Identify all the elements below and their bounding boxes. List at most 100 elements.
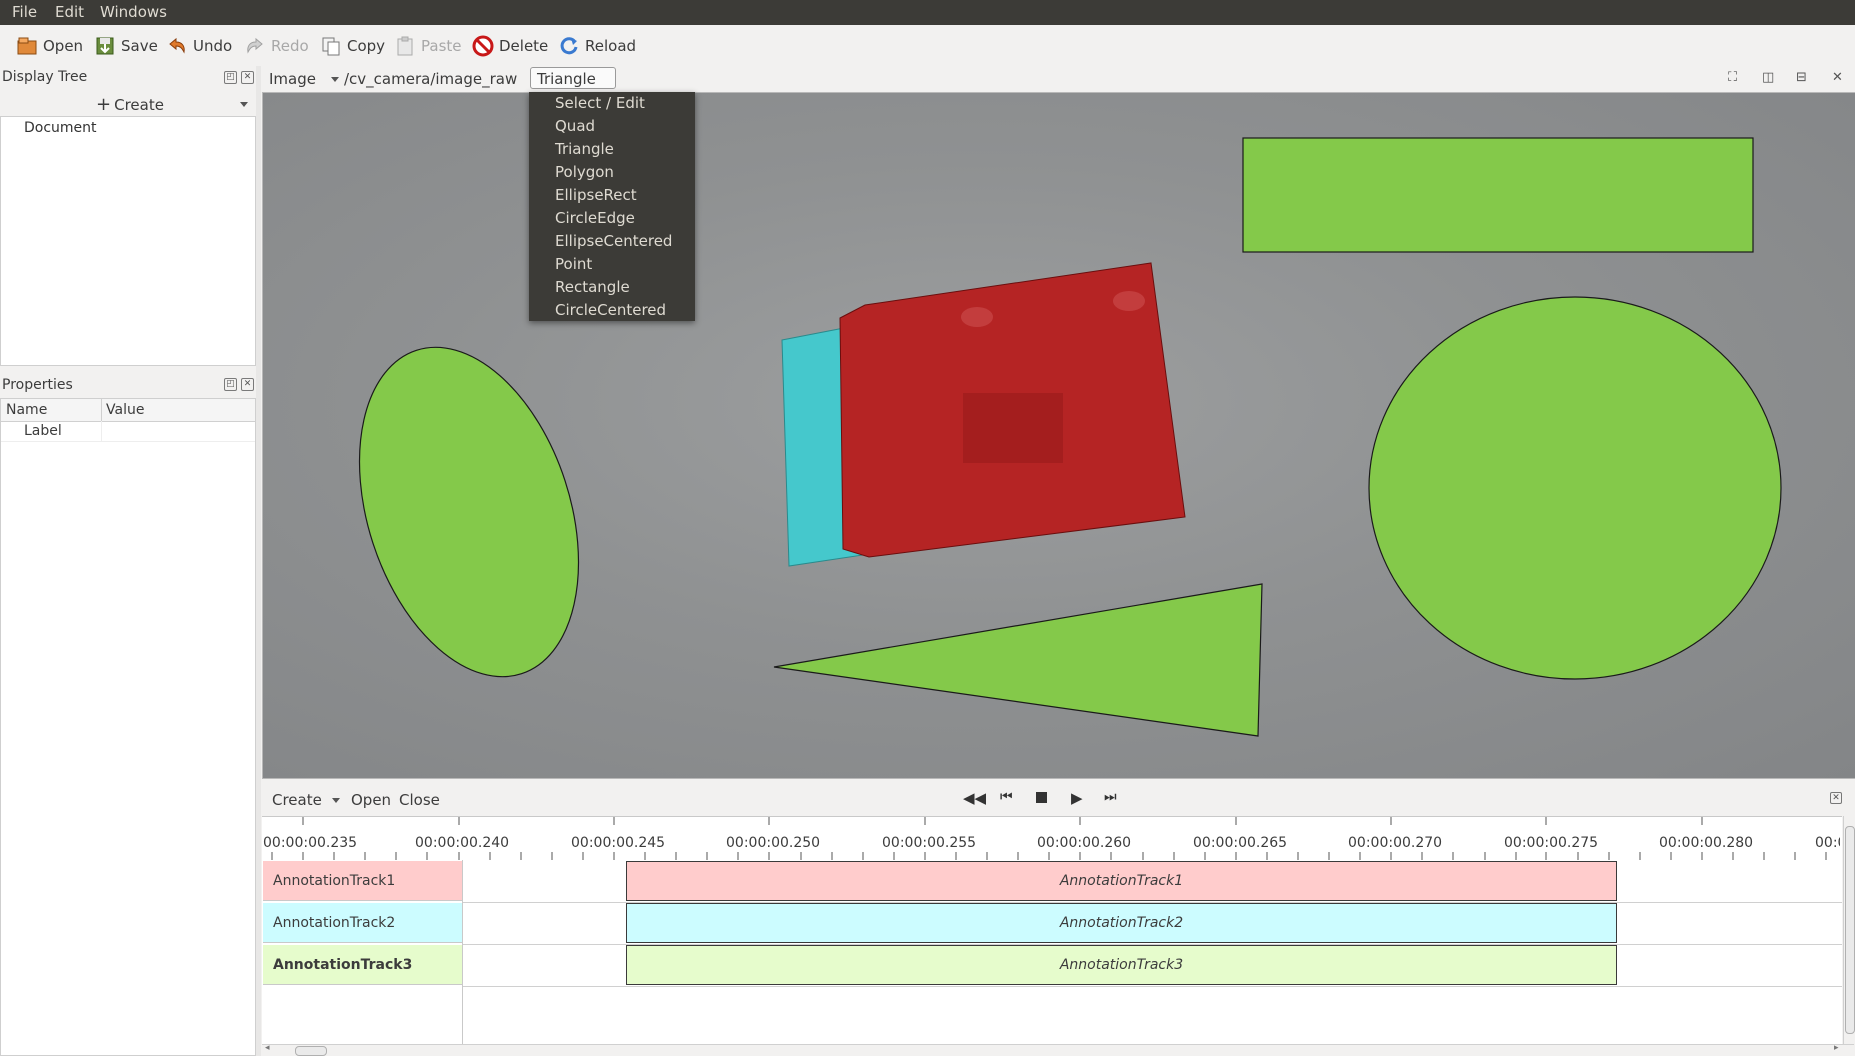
menu-option-point[interactable]: Point [555, 255, 592, 273]
menu-option-rectangle[interactable]: Rectangle [555, 278, 630, 296]
scrollbar-thumb[interactable] [1845, 826, 1855, 1034]
menu-option-ellipsecentered[interactable]: EllipseCentered [555, 232, 672, 250]
topic-combo[interactable]: /cv_camera/image_raw [344, 70, 538, 88]
reload-button[interactable]: Reload [558, 34, 636, 58]
ruler-label: 00:00:00.275 [1504, 835, 1599, 851]
panel-splitter[interactable] [256, 66, 261, 1056]
create-display-label: Create [114, 95, 164, 114]
scroll-left-icon[interactable]: ◂ [265, 1043, 270, 1053]
reload-icon [558, 35, 580, 57]
float-panel-icon[interactable]: ◰ [224, 71, 237, 84]
delete-icon [472, 35, 494, 57]
ruler-label: 00:00:0 [1815, 835, 1840, 851]
redo-button[interactable]: Redo [244, 34, 309, 58]
menu-option-polygon[interactable]: Polygon [555, 163, 614, 181]
tree-item-document[interactable]: Document [24, 120, 97, 136]
create-display-button[interactable]: + Create [96, 94, 164, 115]
paste-button[interactable]: Paste [394, 34, 462, 58]
menu-option-triangle[interactable]: Triangle [555, 140, 614, 158]
shape-tool-combo[interactable]: Triangle [530, 67, 616, 100]
column-value: Value [106, 402, 145, 418]
shape-tool-value: Triangle [537, 70, 596, 88]
image-viewport[interactable] [262, 92, 1855, 779]
skip-forward-icon[interactable]: ⏭ [1104, 789, 1117, 805]
vertical-scrollbar[interactable] [1843, 816, 1855, 1044]
annotation-segment-3[interactable]: AnnotationTrack3 [626, 945, 1617, 985]
timeline-create-label: Create [272, 791, 322, 809]
horizontal-scrollbar[interactable]: ◂ ▸ [262, 1043, 1854, 1056]
scroll-right-icon[interactable]: ▸ [1834, 1043, 1839, 1053]
annotation-segment-2[interactable]: AnnotationTrack2 [626, 903, 1617, 943]
split-horizontal-icon[interactable]: ◫ [1762, 70, 1774, 85]
reload-label: Reload [585, 37, 637, 55]
timeline-close-button[interactable]: Close [399, 791, 440, 809]
chevron-down-icon [330, 77, 339, 82]
menu-option-quad[interactable]: Quad [555, 117, 595, 135]
topic-value: /cv_camera/image_raw [344, 70, 518, 88]
stop-icon[interactable] [1036, 792, 1047, 803]
track-label-2[interactable]: AnnotationTrack2 [263, 903, 462, 943]
undo-button[interactable]: Undo [166, 34, 232, 58]
ruler-label: 00:00:00.255 [882, 835, 977, 851]
display-tree-view[interactable]: Document [0, 116, 256, 366]
menu-option-select-edit[interactable]: Select / Edit [555, 94, 645, 112]
folder-open-icon [16, 35, 38, 57]
green-annotation-circle[interactable] [1368, 296, 1782, 680]
menu-option-circleedge[interactable]: CircleEdge [555, 209, 635, 227]
save-label: Save [121, 37, 158, 55]
menubar: File Edit Windows [0, 0, 1855, 25]
properties-table: Name Value Label [0, 398, 256, 1056]
undo-label: Undo [193, 37, 233, 55]
timeline-open-button[interactable]: Open [351, 791, 391, 809]
green-annotation-ellipse[interactable] [320, 319, 617, 705]
close-view-icon[interactable]: ✕ [1832, 70, 1843, 85]
ruler-label: 00:00:00.235 [263, 835, 358, 851]
copy-label: Copy [347, 37, 386, 55]
main-toolbar: Open Save Undo Redo Copy Paste Delete Re… [0, 25, 1855, 66]
properties-header: Name Value [1, 399, 255, 422]
green-annotation-rectangle[interactable] [1242, 137, 1754, 253]
green-annotation-triangle[interactable] [773, 583, 1263, 737]
properties-title: Properties [2, 377, 73, 393]
menu-edit[interactable]: Edit [55, 3, 84, 21]
float-panel-icon[interactable]: ◰ [224, 378, 237, 391]
fullscreen-icon[interactable]: ⛶ [1728, 70, 1737, 85]
annotation-canvas[interactable] [263, 93, 1855, 778]
menu-windows[interactable]: Windows [100, 3, 167, 21]
split-vertical-icon[interactable]: ⊟ [1796, 70, 1807, 85]
chevron-down-icon[interactable] [240, 102, 248, 107]
save-button[interactable]: Save [94, 34, 158, 58]
camera-object [781, 262, 1186, 567]
save-icon [94, 35, 116, 57]
close-panel-icon[interactable]: ✕ [241, 71, 254, 84]
ruler-label: 00:00:00.245 [571, 835, 666, 851]
annotation-segment-1[interactable]: AnnotationTrack1 [626, 861, 1617, 901]
menu-option-circlecentered[interactable]: CircleCentered [555, 301, 666, 319]
track-divider [462, 860, 463, 1044]
play-icon[interactable]: ▶ [1071, 789, 1083, 807]
timeline-create-button[interactable]: Create [272, 791, 340, 809]
column-name: Name [6, 402, 48, 418]
paste-icon [394, 35, 416, 57]
close-timeline-icon[interactable]: ✕ [1830, 792, 1842, 804]
delete-button[interactable]: Delete [472, 34, 548, 58]
ruler-label: 00:00:00.260 [1037, 835, 1132, 851]
menu-file[interactable]: File [12, 3, 37, 21]
copy-button[interactable]: Copy [320, 34, 385, 58]
display-type-combo[interactable]: Image [269, 70, 339, 88]
scrollbar-thumb[interactable] [295, 1046, 327, 1056]
property-row[interactable]: Label [1, 421, 255, 442]
chevron-down-icon [331, 797, 340, 803]
open-button[interactable]: Open [16, 34, 83, 58]
ruler-label: 00:00:00.240 [415, 835, 510, 851]
track-label-1[interactable]: AnnotationTrack1 [263, 861, 462, 901]
redo-label: Redo [271, 37, 309, 55]
skip-back-icon[interactable]: ⏮ [1000, 789, 1013, 805]
close-panel-icon[interactable]: ✕ [241, 378, 254, 391]
menu-option-ellipserect[interactable]: EllipseRect [555, 186, 637, 204]
track-label-3[interactable]: AnnotationTrack3 [263, 945, 462, 985]
rewind-icon[interactable]: ◀◀ [963, 789, 986, 807]
ruler-label: 00:00:00.270 [1348, 835, 1443, 851]
delete-label: Delete [499, 37, 549, 55]
redo-icon [244, 35, 266, 57]
